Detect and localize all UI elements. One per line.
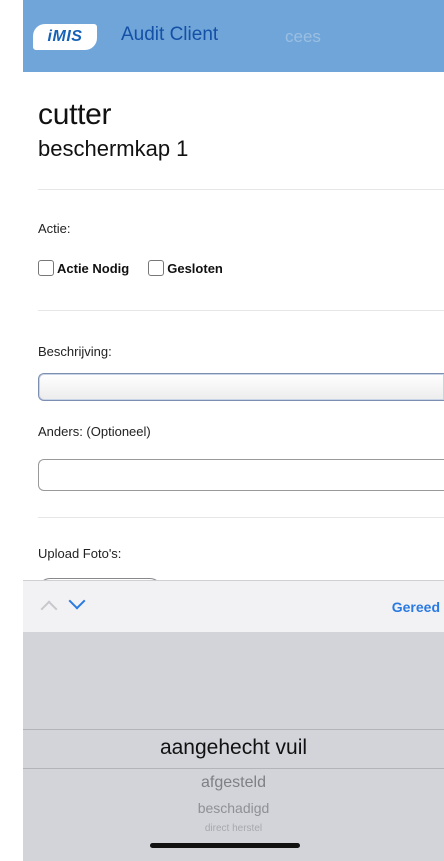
upload-label: Upload Foto's: bbox=[38, 546, 122, 561]
checkbox-label: Actie Nodig bbox=[57, 260, 130, 276]
picker-option[interactable]: direct herstel bbox=[23, 823, 444, 834]
navigation-bar: iMIS Audit Client cees bbox=[23, 0, 444, 72]
chevron-up-icon[interactable] bbox=[40, 600, 58, 618]
user-name: cees bbox=[285, 27, 321, 46]
picker-option[interactable]: aangehecht vuil bbox=[23, 736, 444, 760]
anders-field[interactable] bbox=[38, 459, 444, 491]
actie-checkboxes: Actie Nodig Gesloten bbox=[38, 260, 242, 276]
done-button[interactable]: Gereed bbox=[392, 599, 440, 615]
anders-label: Anders: (Optioneel) bbox=[38, 424, 151, 439]
checkbox-box[interactable] bbox=[148, 260, 165, 276]
divider bbox=[38, 517, 444, 518]
divider bbox=[38, 310, 444, 311]
picker-toolbar: Gereed bbox=[23, 580, 444, 632]
actie-nodig-checkbox[interactable]: Actie Nodig bbox=[38, 260, 129, 276]
actie-label: Actie: bbox=[38, 221, 71, 236]
picker-option[interactable]: afgesteld bbox=[23, 774, 444, 792]
beschrijving-field[interactable] bbox=[38, 373, 444, 401]
gesloten-checkbox[interactable]: Gesloten bbox=[148, 260, 223, 276]
checkbox-box[interactable] bbox=[38, 260, 54, 276]
beschrijving-label: Beschrijving: bbox=[38, 344, 112, 359]
page-title: cutter bbox=[38, 98, 112, 131]
option-picker[interactable]: aangehecht vuil afgesteld beschadigd dir… bbox=[23, 632, 444, 861]
app-title: Audit Client bbox=[121, 24, 219, 45]
divider bbox=[38, 189, 444, 190]
home-indicator bbox=[150, 843, 300, 848]
checkbox-label: Gesloten bbox=[167, 260, 223, 276]
imis-logo: iMIS bbox=[33, 24, 97, 50]
picker-option[interactable]: beschadigd bbox=[23, 800, 444, 816]
page-subtitle: beschermkap 1 bbox=[38, 136, 189, 161]
chevron-down-icon[interactable] bbox=[68, 592, 86, 610]
left-edge bbox=[0, 0, 23, 580]
